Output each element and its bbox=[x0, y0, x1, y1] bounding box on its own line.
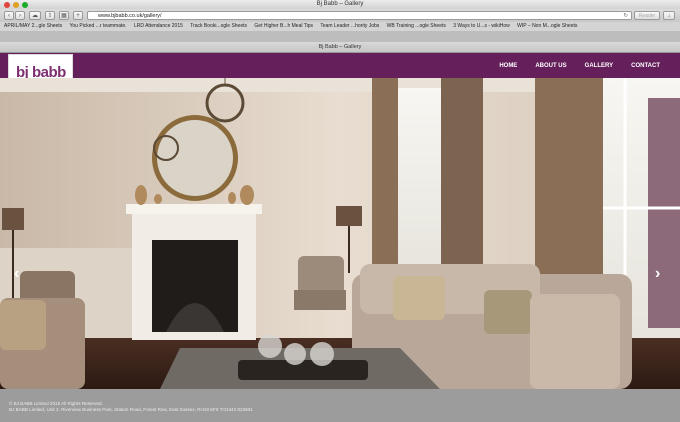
tab-gallery[interactable]: Bj Babb – Gallery bbox=[319, 44, 362, 50]
top-sites-button[interactable]: ▦ bbox=[59, 11, 69, 20]
reader-button[interactable]: Reader bbox=[634, 11, 660, 20]
window-title: Bj Babb – Gallery bbox=[316, 1, 364, 7]
address-field[interactable]: www.bjbabb.co.uk/gallery/ ↻ bbox=[87, 11, 632, 20]
browser-toolbar: ‹ › ☁ ⇧ ▦ + www.bjbabb.co.uk/gallery/ ↻ … bbox=[0, 9, 680, 22]
back-button[interactable]: ‹ bbox=[4, 11, 14, 20]
icloud-button[interactable]: ☁ bbox=[29, 11, 41, 20]
bookmark-item[interactable]: 3 Ways to U...s - wikiHow bbox=[453, 23, 510, 29]
close-window-icon[interactable] bbox=[4, 1, 10, 8]
bookmark-item[interactable]: LRD Attendance 2015 bbox=[134, 23, 183, 29]
slide-previous-arrow[interactable]: ‹ bbox=[14, 266, 19, 282]
address-url: www.bjbabb.co.uk/gallery/ bbox=[98, 13, 162, 19]
nav-about-us[interactable]: ABOUT US bbox=[535, 63, 566, 69]
reload-icon[interactable]: ↻ bbox=[623, 12, 628, 20]
nav-contact[interactable]: CONTACT bbox=[631, 63, 660, 69]
nav-gallery[interactable]: GALLERY bbox=[585, 63, 613, 69]
site-footer: © BJ BABB Limited 2015 All Rights Reserv… bbox=[0, 389, 680, 422]
nav-home[interactable]: HOME bbox=[499, 63, 517, 69]
window-title-bar: Bj Babb – Gallery bbox=[0, 0, 680, 9]
download-button[interactable]: ↓ bbox=[663, 11, 675, 20]
bookmark-item[interactable]: Team Leader ...hority Jobs bbox=[320, 23, 379, 29]
bookmark-item[interactable]: WIP – Non M...ogle Sheets bbox=[517, 23, 577, 29]
slide-next-arrow[interactable]: › bbox=[655, 266, 660, 282]
gallery-slide-image bbox=[0, 78, 680, 389]
bookmark-item[interactable]: Get Higher B...h Meal Tips bbox=[254, 23, 313, 29]
site-nav: HOME ABOUT US GALLERY CONTACT bbox=[499, 53, 660, 78]
footer-address: BJ BABB Limited, Unit 2, Riverview Busin… bbox=[9, 407, 253, 412]
minimize-window-icon[interactable] bbox=[13, 1, 19, 8]
bookmark-item[interactable]: WB Training ...ogle Sheets bbox=[387, 23, 446, 29]
zoom-window-icon[interactable] bbox=[22, 1, 28, 8]
footer-copyright: © BJ BABB Limited 2015 All Rights Reserv… bbox=[9, 401, 103, 406]
favorites-strip bbox=[0, 31, 680, 42]
tab-bar: Bj Babb – Gallery bbox=[0, 42, 680, 53]
add-tab-button[interactable]: + bbox=[73, 11, 83, 20]
bookmark-item[interactable]: You Picked ...r teammate. bbox=[70, 23, 127, 29]
share-button[interactable]: ⇧ bbox=[45, 11, 55, 20]
bookmark-item[interactable]: APRIL/MAY 2...gle Sheets bbox=[4, 23, 62, 29]
bookmark-item[interactable]: Track Booki...ogle Sheets bbox=[190, 23, 247, 29]
forward-button[interactable]: › bbox=[15, 11, 25, 20]
